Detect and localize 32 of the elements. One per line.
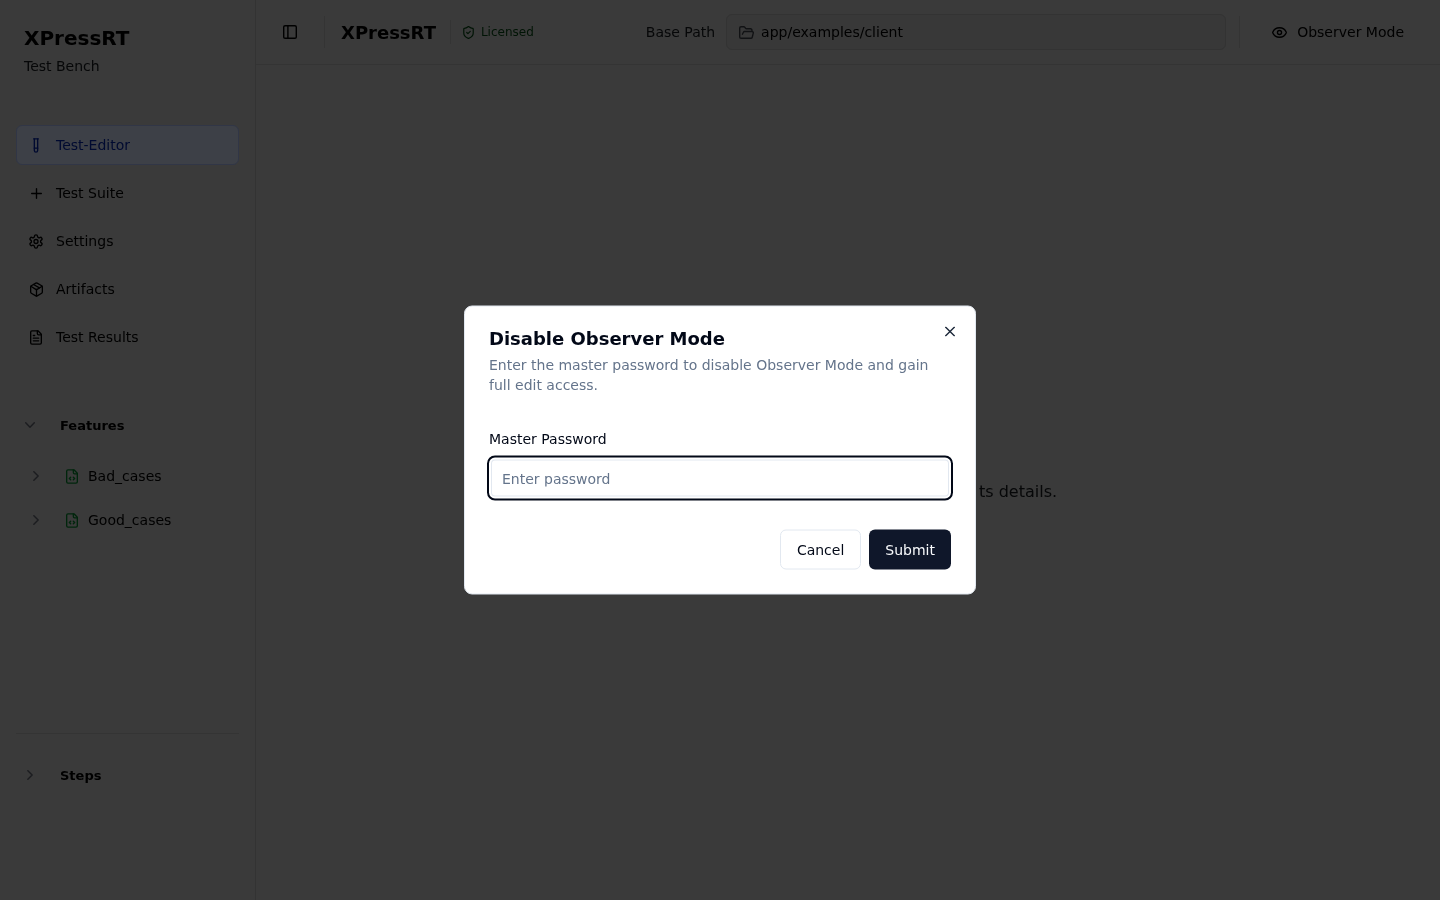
- test-tube-icon: [33, 137, 39, 153]
- eye-icon: [1272, 26, 1288, 38]
- section-header[interactable]: Steps: [16, 759, 110, 791]
- document-icon: [30, 329, 42, 345]
- settings-icon: [29, 233, 43, 249]
- nav-item[interactable]: Test Suite: [16, 173, 239, 213]
- header-title: XPressRT: [341, 21, 436, 43]
- nav-item[interactable]: Test-Editor: [16, 125, 239, 165]
- dialog-description: Enter the master password to disable Observer Mode and gain full edit access.: [489, 355, 930, 395]
- nav-item[interactable]: Artifacts: [16, 269, 239, 309]
- close-icon: [945, 326, 955, 337]
- code-file-icon: [66, 468, 78, 484]
- feature-file-item[interactable]: Good_cases: [0, 502, 182, 538]
- package-icon: [29, 281, 43, 297]
- feature-file-item[interactable]: Bad_cases: [0, 458, 172, 494]
- nav-item[interactable]: Settings: [16, 221, 239, 261]
- panel-icon: [283, 25, 297, 39]
- plus-icon: [30, 187, 42, 199]
- nav-item[interactable]: Test Results: [16, 317, 239, 357]
- field-label: Master Password: [489, 429, 607, 449]
- dialog-title: Disable Observer Mode: [489, 326, 725, 351]
- section-header[interactable]: Features: [0, 409, 133, 441]
- folder-icon: [739, 25, 755, 39]
- cancel-button[interactable]: Cancel: [779, 529, 862, 570]
- password-field[interactable]: Enter password: [487, 455, 953, 501]
- shield-check-icon: [462, 25, 474, 39]
- code-file-icon: [66, 512, 78, 528]
- observer-mode-button[interactable]: Observer Mode: [1256, 14, 1420, 50]
- submit-button[interactable]: Submit: [869, 529, 951, 570]
- license-status: Licensed: [480, 25, 534, 39]
- base-path-field[interactable]: app/examples/client: [726, 14, 1227, 50]
- app-title: XPressRT: [24, 25, 130, 52]
